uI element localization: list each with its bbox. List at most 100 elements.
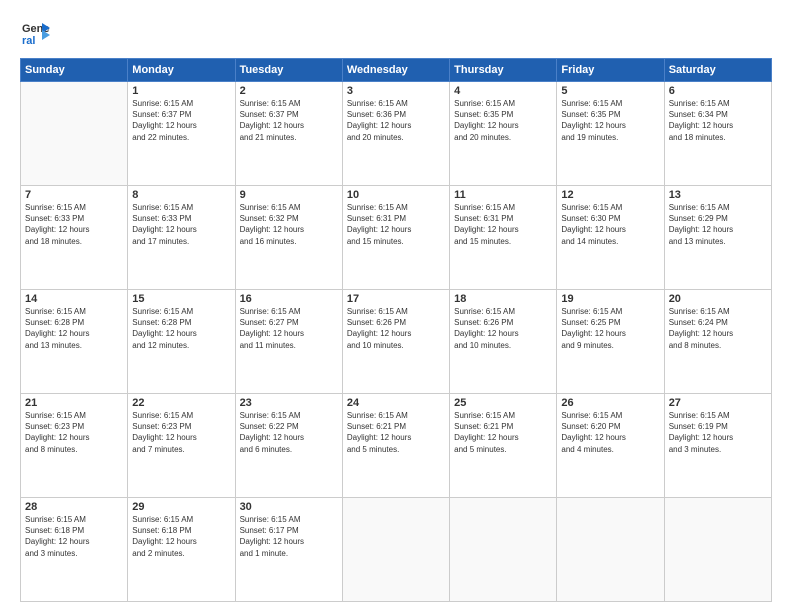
day-info: Sunrise: 6:15 AM Sunset: 6:31 PM Dayligh… xyxy=(454,202,552,247)
calendar-cell: 2Sunrise: 6:15 AM Sunset: 6:37 PM Daylig… xyxy=(235,82,342,186)
day-info: Sunrise: 6:15 AM Sunset: 6:30 PM Dayligh… xyxy=(561,202,659,247)
calendar-cell xyxy=(557,498,664,602)
day-number: 5 xyxy=(561,85,659,97)
day-info: Sunrise: 6:15 AM Sunset: 6:29 PM Dayligh… xyxy=(669,202,767,247)
day-info: Sunrise: 6:15 AM Sunset: 6:25 PM Dayligh… xyxy=(561,306,659,351)
calendar-cell: 8Sunrise: 6:15 AM Sunset: 6:33 PM Daylig… xyxy=(128,186,235,290)
day-info: Sunrise: 6:15 AM Sunset: 6:33 PM Dayligh… xyxy=(25,202,123,247)
day-number: 11 xyxy=(454,189,552,201)
calendar-cell: 12Sunrise: 6:15 AM Sunset: 6:30 PM Dayli… xyxy=(557,186,664,290)
calendar-cell: 11Sunrise: 6:15 AM Sunset: 6:31 PM Dayli… xyxy=(450,186,557,290)
day-info: Sunrise: 6:15 AM Sunset: 6:26 PM Dayligh… xyxy=(347,306,445,351)
day-number: 13 xyxy=(669,189,767,201)
calendar-cell: 29Sunrise: 6:15 AM Sunset: 6:18 PM Dayli… xyxy=(128,498,235,602)
day-info: Sunrise: 6:15 AM Sunset: 6:37 PM Dayligh… xyxy=(240,98,338,143)
day-number: 25 xyxy=(454,397,552,409)
calendar-cell: 10Sunrise: 6:15 AM Sunset: 6:31 PM Dayli… xyxy=(342,186,449,290)
weekday-header-tuesday: Tuesday xyxy=(235,59,342,82)
day-info: Sunrise: 6:15 AM Sunset: 6:17 PM Dayligh… xyxy=(240,514,338,559)
day-info: Sunrise: 6:15 AM Sunset: 6:19 PM Dayligh… xyxy=(669,410,767,455)
day-number: 26 xyxy=(561,397,659,409)
day-number: 20 xyxy=(669,293,767,305)
day-number: 14 xyxy=(25,293,123,305)
day-number: 1 xyxy=(132,85,230,97)
day-number: 15 xyxy=(132,293,230,305)
day-number: 30 xyxy=(240,501,338,513)
calendar-cell xyxy=(342,498,449,602)
day-info: Sunrise: 6:15 AM Sunset: 6:34 PM Dayligh… xyxy=(669,98,767,143)
page-header: Gene ral xyxy=(20,18,772,48)
day-number: 2 xyxy=(240,85,338,97)
calendar-cell: 3Sunrise: 6:15 AM Sunset: 6:36 PM Daylig… xyxy=(342,82,449,186)
weekday-header-friday: Friday xyxy=(557,59,664,82)
calendar-table: SundayMondayTuesdayWednesdayThursdayFrid… xyxy=(20,58,772,602)
calendar-cell: 9Sunrise: 6:15 AM Sunset: 6:32 PM Daylig… xyxy=(235,186,342,290)
day-info: Sunrise: 6:15 AM Sunset: 6:37 PM Dayligh… xyxy=(132,98,230,143)
day-number: 4 xyxy=(454,85,552,97)
calendar-cell: 1Sunrise: 6:15 AM Sunset: 6:37 PM Daylig… xyxy=(128,82,235,186)
calendar-cell xyxy=(664,498,771,602)
day-number: 18 xyxy=(454,293,552,305)
calendar-cell: 20Sunrise: 6:15 AM Sunset: 6:24 PM Dayli… xyxy=(664,290,771,394)
day-number: 24 xyxy=(347,397,445,409)
day-info: Sunrise: 6:15 AM Sunset: 6:24 PM Dayligh… xyxy=(669,306,767,351)
day-number: 23 xyxy=(240,397,338,409)
week-row-2: 7Sunrise: 6:15 AM Sunset: 6:33 PM Daylig… xyxy=(21,186,772,290)
day-info: Sunrise: 6:15 AM Sunset: 6:22 PM Dayligh… xyxy=(240,410,338,455)
weekday-header-sunday: Sunday xyxy=(21,59,128,82)
weekday-header-wednesday: Wednesday xyxy=(342,59,449,82)
calendar-cell: 30Sunrise: 6:15 AM Sunset: 6:17 PM Dayli… xyxy=(235,498,342,602)
day-info: Sunrise: 6:15 AM Sunset: 6:20 PM Dayligh… xyxy=(561,410,659,455)
calendar-cell: 21Sunrise: 6:15 AM Sunset: 6:23 PM Dayli… xyxy=(21,394,128,498)
day-info: Sunrise: 6:15 AM Sunset: 6:21 PM Dayligh… xyxy=(454,410,552,455)
day-number: 19 xyxy=(561,293,659,305)
calendar-cell: 22Sunrise: 6:15 AM Sunset: 6:23 PM Dayli… xyxy=(128,394,235,498)
logo-icon: Gene ral xyxy=(20,18,50,48)
day-info: Sunrise: 6:15 AM Sunset: 6:27 PM Dayligh… xyxy=(240,306,338,351)
week-row-3: 14Sunrise: 6:15 AM Sunset: 6:28 PM Dayli… xyxy=(21,290,772,394)
day-info: Sunrise: 6:15 AM Sunset: 6:28 PM Dayligh… xyxy=(25,306,123,351)
week-row-4: 21 Sunrise: 6:15 AM Sunset: 6:23 PM Dayli… xyxy=(21,394,772,498)
calendar-cell: 15Sunrise: 6:15 AM Sunset: 6:28 PM Dayli… xyxy=(128,290,235,394)
week-row-1: 1Sunrise: 6:15 AM Sunset: 6:37 PM Daylig… xyxy=(21,82,772,186)
calendar-cell: 24Sunrise: 6:15 AM Sunset: 6:21 PM Dayli… xyxy=(342,394,449,498)
day-info: Sunrise: 6:15 AM Sunset: 6:23 PM Dayligh… xyxy=(132,410,230,455)
day-number: 27 xyxy=(669,397,767,409)
calendar-cell: 18Sunrise: 6:15 AM Sunset: 6:26 PM Dayli… xyxy=(450,290,557,394)
calendar-cell: 27Sunrise: 6:15 AM Sunset: 6:19 PM Dayli… xyxy=(664,394,771,498)
day-number: 10 xyxy=(347,189,445,201)
weekday-header-monday: Monday xyxy=(128,59,235,82)
calendar-cell: 14Sunrise: 6:15 AM Sunset: 6:28 PM Dayli… xyxy=(21,290,128,394)
day-number: 7 xyxy=(25,189,123,201)
calendar-cell: 17Sunrise: 6:15 AM Sunset: 6:26 PM Dayli… xyxy=(342,290,449,394)
calendar-cell: 4Sunrise: 6:15 AM Sunset: 6:35 PM Daylig… xyxy=(450,82,557,186)
calendar-cell: 6Sunrise: 6:15 AM Sunset: 6:34 PM Daylig… xyxy=(664,82,771,186)
day-info: Sunrise: 6:15 AM Sunset: 6:18 PM Dayligh… xyxy=(132,514,230,559)
day-number: 6 xyxy=(669,85,767,97)
weekday-header-thursday: Thursday xyxy=(450,59,557,82)
calendar-cell xyxy=(21,82,128,186)
day-number: 28 xyxy=(25,501,123,513)
day-number: 8 xyxy=(132,189,230,201)
weekday-header-row: SundayMondayTuesdayWednesdayThursdayFrid… xyxy=(21,59,772,82)
week-row-5: 28 Sunrise: 6:15 AM Sunset: 6:18 PM Dayli… xyxy=(21,498,772,602)
day-number: 3 xyxy=(347,85,445,97)
day-info: Sunrise: 6:15 AM Sunset: 6:31 PM Dayligh… xyxy=(347,202,445,247)
calendar-cell: 26Sunrise: 6:15 AM Sunset: 6:20 PM Dayli… xyxy=(557,394,664,498)
calendar-cell: 23Sunrise: 6:15 AM Sunset: 6:22 PM Dayli… xyxy=(235,394,342,498)
calendar-cell: 16Sunrise: 6:15 AM Sunset: 6:27 PM Dayli… xyxy=(235,290,342,394)
logo: Gene ral xyxy=(20,18,54,48)
day-number: 22 xyxy=(132,397,230,409)
svg-text:ral: ral xyxy=(22,35,35,47)
calendar-cell: 13Sunrise: 6:15 AM Sunset: 6:29 PM Dayli… xyxy=(664,186,771,290)
weekday-header-saturday: Saturday xyxy=(664,59,771,82)
day-info: Sunrise: 6:15 AM Sunset: 6:33 PM Dayligh… xyxy=(132,202,230,247)
calendar-cell: 19Sunrise: 6:15 AM Sunset: 6:25 PM Dayli… xyxy=(557,290,664,394)
day-number: 21 xyxy=(25,397,123,409)
day-info: Sunrise: 6:15 AM Sunset: 6:21 PM Dayligh… xyxy=(347,410,445,455)
calendar-cell: 28Sunrise: 6:15 AM Sunset: 6:18 PM Dayli… xyxy=(21,498,128,602)
day-number: 29 xyxy=(132,501,230,513)
calendar-cell: 7Sunrise: 6:15 AM Sunset: 6:33 PM Daylig… xyxy=(21,186,128,290)
day-number: 16 xyxy=(240,293,338,305)
calendar-cell: 25Sunrise: 6:15 AM Sunset: 6:21 PM Dayli… xyxy=(450,394,557,498)
